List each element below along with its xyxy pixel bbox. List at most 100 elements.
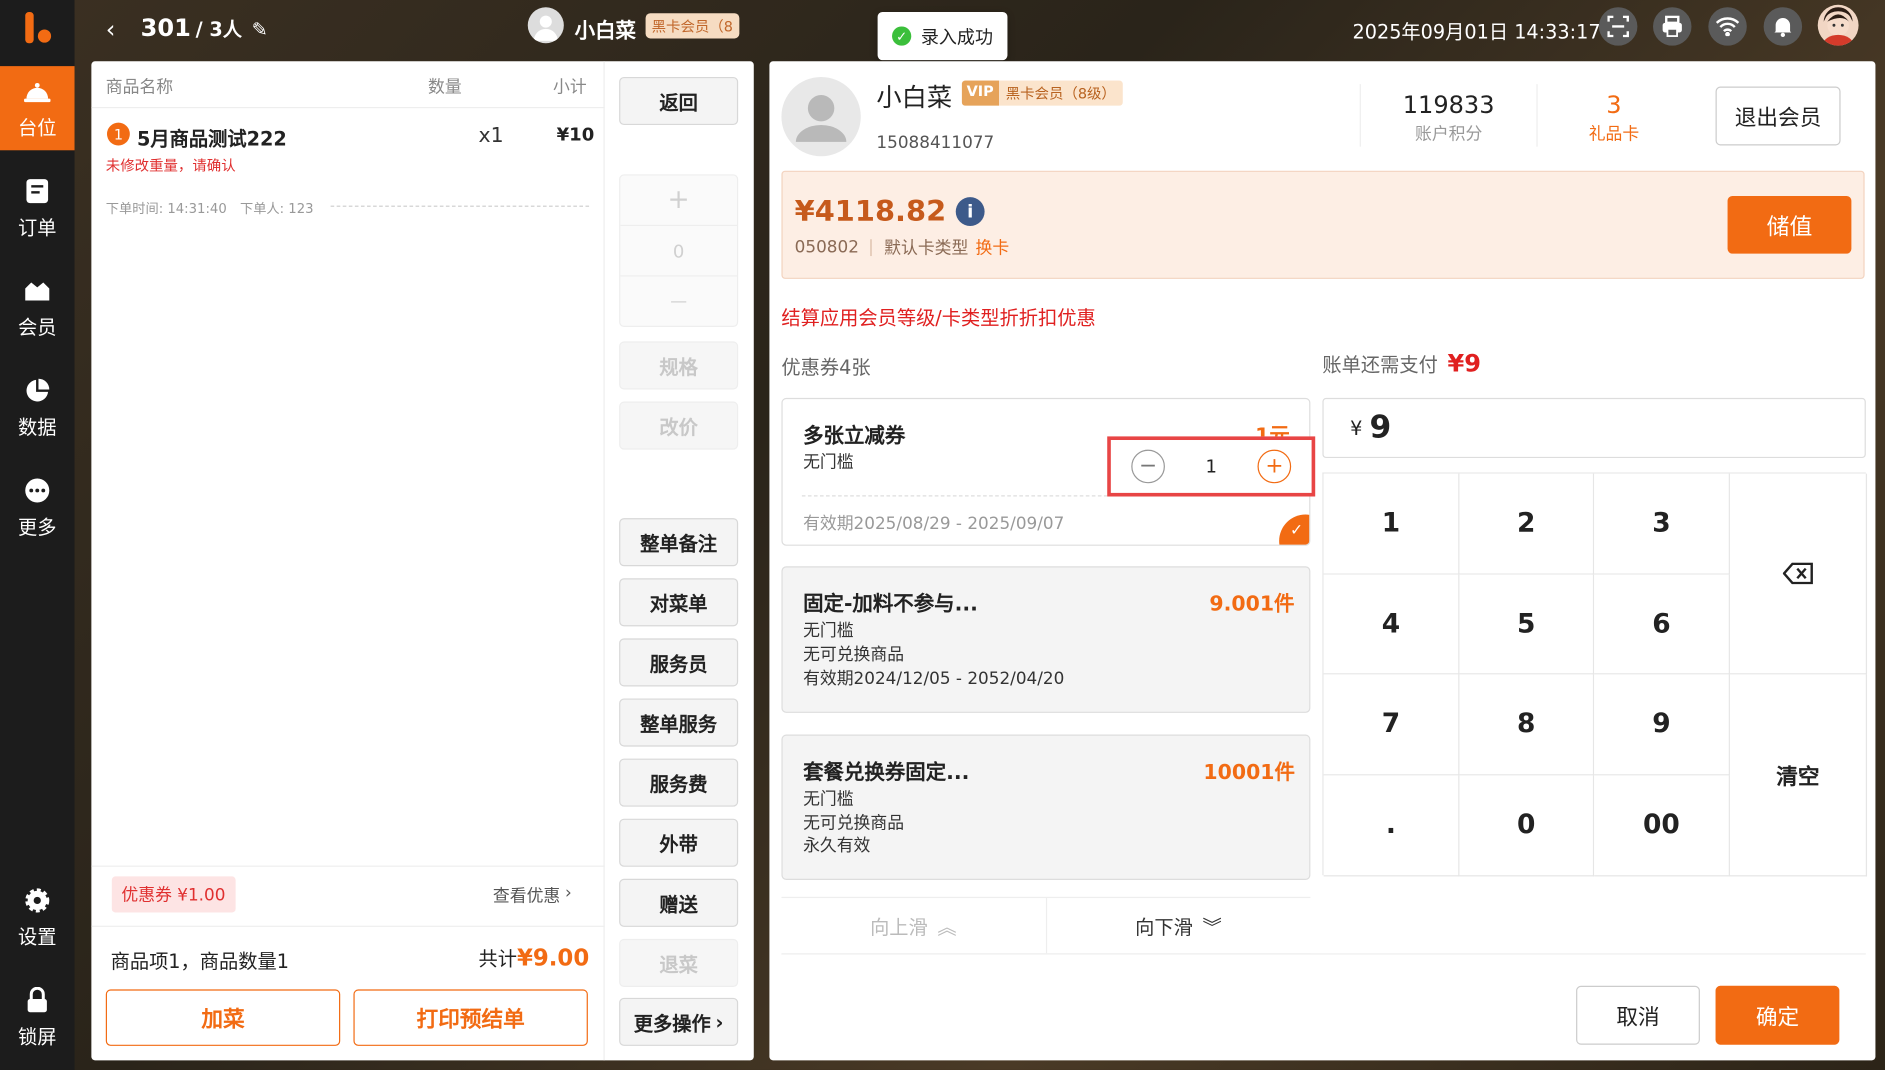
add-dish-button[interactable]: 加菜 [105,989,341,1046]
balance-value: ¥4118.82 [794,194,947,229]
change-card-link[interactable]: 换卡 [976,236,1010,260]
topbar-member-badge: 黑卡会员（8 [645,13,739,39]
plus-circle-icon[interactable]: + [1257,449,1292,484]
check-menu-button[interactable]: 对菜单 [619,578,739,627]
order-item-row[interactable]: 1 5月商品测试222 x1 ¥10 未修改重量，请确认 [91,111,604,183]
key-00[interactable]: 00 [1594,775,1730,877]
table-number: 301 [140,13,191,43]
whole-note-button[interactable]: 整单备注 [619,518,739,567]
printer-icon[interactable] [1653,7,1692,46]
coupon-qty-value: 1 [1205,455,1217,478]
gift-button[interactable]: 赠送 [619,878,739,927]
sidebar-item-member[interactable]: 会员 [0,266,75,350]
key-6[interactable]: 6 [1594,574,1730,675]
wifi-icon[interactable] [1708,7,1747,46]
key-3[interactable]: 3 [1594,473,1730,575]
amount-value: 9 [1369,409,1392,447]
bell-icon[interactable] [1763,7,1803,46]
sidebar-item-more[interactable]: 更多 [0,465,75,549]
info-icon[interactable]: i [955,197,985,227]
coupon-tag: 优惠券 ¥1.00 [111,876,236,913]
col-header-name: 商品名称 [105,78,174,98]
key-4[interactable]: 4 [1323,574,1460,675]
waiter-button[interactable]: 服务员 [619,638,739,687]
card-info: 050802 默认卡类型 换卡 [795,236,1010,260]
key-1[interactable]: 1 [1323,473,1460,575]
back-button[interactable]: 返回 [619,76,739,126]
qty-plus-button[interactable]: + [620,176,737,227]
coupon-validity: 有效期2024/12/05 - 2052/04/20 [803,669,1065,689]
gear-icon [22,885,53,916]
minus-circle-icon[interactable]: − [1131,449,1165,484]
service-fee-button[interactable]: 服务费 [619,758,739,807]
edit-icon[interactable]: ✎ [252,18,268,41]
success-toast: ✓ 录入成功 [877,12,1008,61]
item-warning: 未修改重量，请确认 [105,157,236,175]
coupon-note: 无可兑换商品 [803,645,905,665]
gift-card-block[interactable]: 3 礼品卡 [1545,90,1683,145]
return-dish-button[interactable]: 退菜 [619,938,739,988]
clear-key[interactable]: 清空 [1729,674,1868,877]
guest-count: / 3人 [195,18,243,41]
chevron-right-icon: › [715,1010,724,1034]
logout-member-button[interactable]: 退出会员 [1715,86,1841,146]
currency-symbol: ¥ [1350,416,1363,440]
quantity-stepper: + 0 — [619,174,739,327]
coupon-amount: 10001件 [1203,760,1295,786]
scan-icon[interactable] [1598,7,1638,46]
member-level-badge: VIP 黑卡会员（8级） [961,80,1124,106]
sidebar-item-order[interactable]: 订单 [0,166,75,250]
member-icon [22,275,53,306]
sidebar-item-settings[interactable]: 设置 [0,875,75,959]
coupon-card[interactable]: 固定-加料不参与... 9.001件 无门槛 无可兑换商品 有效期2024/12… [781,566,1311,713]
due-value: ¥9 [1447,348,1481,378]
backspace-icon [1782,562,1813,585]
sidebar-item-data[interactable]: 数据 [0,365,75,449]
user-avatar[interactable] [1817,4,1859,46]
order-total: 共计 ¥9.00 [478,943,590,972]
qty-minus-button[interactable]: — [620,277,737,326]
sidebar-item-table[interactable]: 台位 [0,66,75,151]
amount-input[interactable]: ¥ 9 [1322,397,1866,459]
scroll-up-button[interactable]: 向上滑 ︽ [781,898,1047,954]
divider [91,106,605,109]
print-prebill-button[interactable]: 打印预结单 [353,989,588,1046]
key-8[interactable]: 8 [1459,674,1595,776]
view-discount-link[interactable]: 查看优惠 › [493,884,572,908]
divider [1536,84,1538,147]
cancel-button[interactable]: 取消 [1576,985,1700,1045]
vip-tag: VIP [961,80,999,106]
back-icon[interactable]: ‹ [106,14,116,43]
points-block: 119833 账户积分 [1371,90,1527,145]
key-dot[interactable]: . [1323,775,1460,877]
recharge-button[interactable]: 储值 [1727,195,1852,254]
item-name: 5月商品测试222 [137,127,287,151]
whole-service-button[interactable]: 整单服务 [619,698,739,747]
balance-row: ¥4118.82 i [794,194,985,229]
more-ops-label: 更多操作 [633,1012,711,1036]
coupon-card[interactable]: 套餐兑换券固定... 10001件 无门槛 无可兑换商品 永久有效 [781,734,1311,881]
confirm-button[interactable]: 确定 [1715,985,1840,1045]
key-9[interactable]: 9 [1594,674,1730,776]
sidebar-item-label: 会员 [18,316,57,340]
backspace-key[interactable] [1729,473,1868,675]
key-5[interactable]: 5 [1459,574,1595,675]
total-value: ¥9.00 [516,944,590,972]
pie-chart-icon [22,375,53,406]
key-0[interactable]: 0 [1459,775,1595,877]
scroll-down-button[interactable]: 向下滑 ︾ [1047,898,1311,953]
coupon-title: 套餐兑换券固定... [803,760,970,786]
takeout-button[interactable]: 外带 [619,818,739,867]
sidebar-item-label: 台位 [18,116,57,140]
price-change-button[interactable]: 改价 [619,401,739,450]
col-header-subtotal: 小计 [553,78,587,98]
key-2[interactable]: 2 [1459,473,1595,575]
spec-button[interactable]: 规格 [619,341,739,390]
more-ops-button[interactable]: 更多操作 › [619,997,739,1046]
divider [91,925,605,927]
col-header-qty: 数量 [427,78,462,98]
sidebar-item-lock[interactable]: 锁屏 [0,975,75,1059]
key-7[interactable]: 7 [1323,674,1460,776]
scroll-up-label: 向上滑 [870,916,928,939]
item-price: ¥10 [556,123,595,146]
